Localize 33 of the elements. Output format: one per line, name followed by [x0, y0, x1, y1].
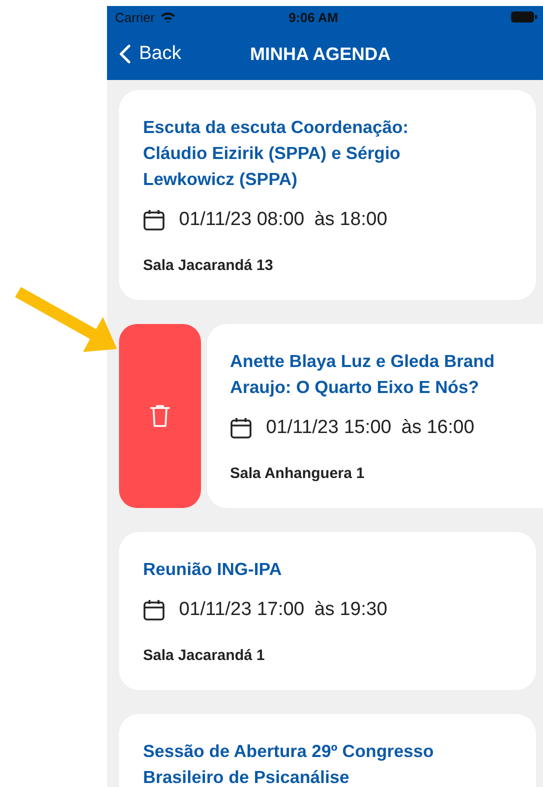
trash-icon — [150, 404, 170, 428]
event-card[interactable]: Escuta da escuta Coordenação: Cláudio Eizirik (SPPA) e Sérgio Lewkowicz (SPPA) 01/11/23 08:00 às 18:00 Sala Jacarandá 13 — [119, 90, 536, 300]
event-room: Sala Jacarandá 1 — [143, 646, 266, 666]
event-room: Sala Anhanguera 1 — [230, 464, 366, 484]
status-time: 9:06 AM — [288, 10, 340, 24]
event-title: Anette Blaya Luz e Gleda Brand — [230, 350, 496, 373]
event-title: Cláudio Eizirik (SPPA) e Sérgio — [143, 142, 402, 165]
wifi-icon — [160, 11, 176, 23]
battery-icon — [511, 11, 537, 23]
event-date: 01/11/23 15:00 — [266, 417, 392, 439]
event-end-time: às 16:00 — [401, 417, 474, 439]
calendar-icon — [143, 209, 165, 231]
screen-title: MINHA AGENDA — [250, 44, 391, 64]
delete-button[interactable] — [119, 324, 201, 508]
event-room: Sala Jacarandá 13 — [143, 256, 274, 276]
event-date: 01/11/23 17:00 — [179, 599, 304, 621]
event-card[interactable]: Reunião ING-IPA 01/11/23 17:00 às 19:30 Sala Jacarandá 1 — [119, 532, 536, 690]
event-title: Reunião ING-IPA — [143, 558, 283, 581]
event-title: Escuta da escuta Coordenação: — [143, 116, 410, 139]
event-title: Sessão de Abertura 29º Congresso — [143, 740, 435, 763]
event-card[interactable]: Anette Blaya Luz e Gleda Brand Araujo: O Quarto Eixo E Nós? 01/11/23 15:00 às 16:00 Sala Anhanguera 1 — [207, 324, 543, 508]
carrier-label: Carrier — [115, 10, 155, 24]
event-card[interactable]: Sessão de Abertura 29º Congresso Brasileiro de Psicanálise — [119, 714, 536, 787]
event-end-time: às 18:00 — [314, 209, 388, 231]
event-date: 01/11/23 08:00 — [179, 209, 304, 231]
event-title: Araujo: O Quarto Eixo E Nós? — [230, 376, 480, 399]
event-end-time: às 19:30 — [314, 599, 388, 621]
back-button[interactable]: Back — [107, 43, 182, 65]
event-title: Lewkowicz (SPPA) — [143, 168, 298, 191]
event-title: Brasileiro de Psicanálise — [143, 766, 350, 787]
chevron-icon — [119, 44, 131, 64]
calendar-icon — [230, 417, 252, 439]
calendar-icon — [143, 599, 165, 621]
